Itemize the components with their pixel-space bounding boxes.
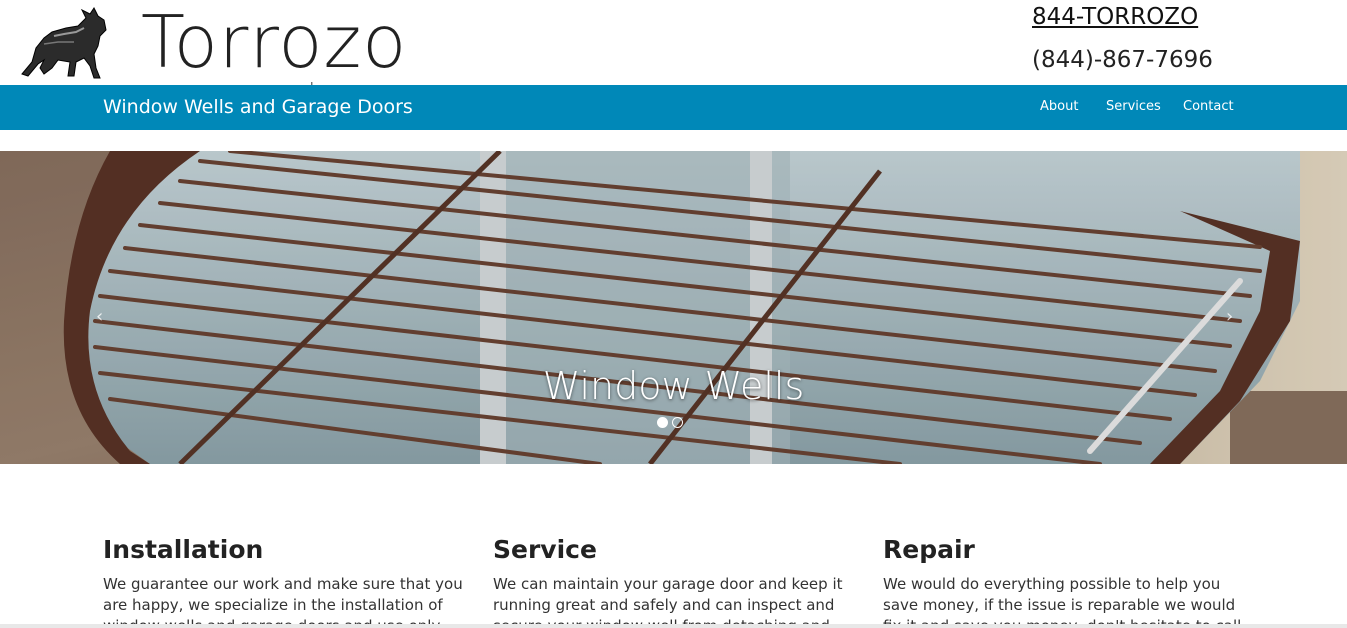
nav-services[interactable]: Services xyxy=(1106,99,1161,115)
bottom-scroll-edge xyxy=(0,624,1347,628)
column-service: Service We can maintain your garage door… xyxy=(493,534,863,628)
carousel-next-icon[interactable]: › xyxy=(1226,306,1233,327)
column-title: Repair xyxy=(883,535,975,564)
carousel-indicators xyxy=(657,417,683,428)
phone-number: (844)-867-7696 xyxy=(1032,47,1213,73)
nav-bar: Window Wells and Garage Doors About Serv… xyxy=(0,85,1347,130)
carousel-dot-1[interactable] xyxy=(657,417,668,428)
hero-caption: Window Wells xyxy=(542,364,805,408)
site-brand[interactable]: Torrozo xyxy=(141,2,407,82)
column-title: Installation xyxy=(103,535,264,564)
nav-about[interactable]: About xyxy=(1040,99,1078,115)
site-header: Torrozo 844-TORROZO (844)-867-7696 I xyxy=(0,0,1347,94)
column-text: We can maintain your garage door and kee… xyxy=(493,575,843,628)
column-title: Service xyxy=(493,535,597,564)
column-text: We guarantee our work and make sure that… xyxy=(103,575,463,628)
bull-icon[interactable] xyxy=(14,2,112,82)
column-repair: Repair We would do everything possible t… xyxy=(883,534,1253,628)
column-text: We would do everything possible to help … xyxy=(883,575,1242,628)
phone-vanity-link[interactable]: 844-TORROZO xyxy=(1032,3,1198,31)
column-installation: Installation We guarantee our work and m… xyxy=(103,534,473,628)
carousel-prev-icon[interactable]: ‹ xyxy=(96,306,103,327)
site-tagline: Window Wells and Garage Doors xyxy=(103,96,413,118)
nav-contact[interactable]: Contact xyxy=(1183,99,1234,115)
carousel-dot-2[interactable] xyxy=(672,417,683,428)
hero-carousel[interactable]: ‹ › Window Wells xyxy=(0,151,1347,464)
